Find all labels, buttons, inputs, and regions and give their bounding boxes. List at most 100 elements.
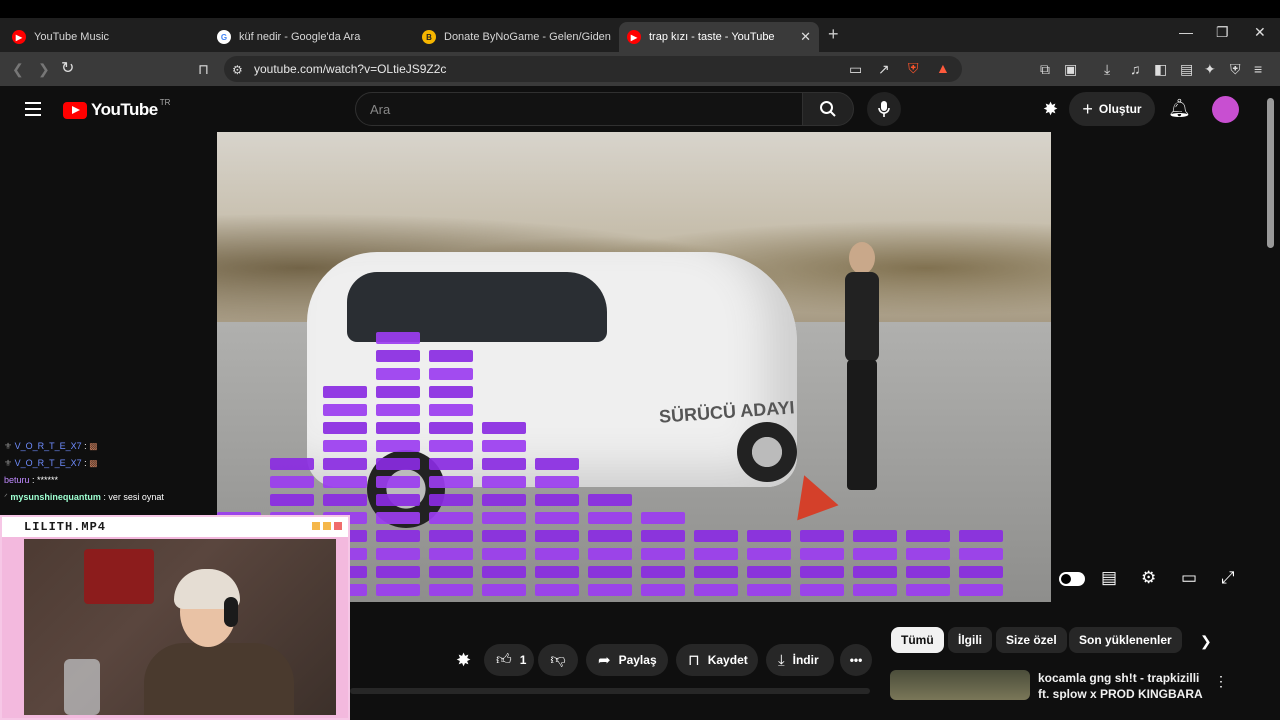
equalizer-segment [535, 512, 579, 524]
bynogame-icon: B [422, 30, 436, 44]
address-bar[interactable]: ⚙ youtube.com/watch?v=OLtieJS9Z2c ▭ ↗ ⛨ … [224, 56, 962, 82]
tab-title: Donate ByNoGame - Gelen/Giden Ba [444, 31, 614, 43]
scrollbar-thumb[interactable] [1267, 98, 1274, 248]
like-button[interactable]: 👍︎ 1 [484, 644, 534, 676]
fullscreen-icon[interactable]: ⤢ [1221, 568, 1235, 588]
equalizer-segment [429, 458, 473, 470]
equalizer-segment [959, 548, 1003, 560]
equalizer-segment [800, 530, 844, 542]
notifications-bell-icon[interactable]: 🔔︎ [1168, 99, 1191, 117]
equalizer-segment [535, 530, 579, 542]
url-text: youtube.com/watch?v=OLtieJS9Z2c [254, 62, 447, 76]
chip-for-you[interactable]: Size özel [996, 627, 1067, 653]
reload-icon[interactable]: ↻ [61, 60, 74, 78]
webcam-window-controls [312, 522, 342, 530]
equalizer-segment [641, 548, 685, 560]
puzzle-extension-icon[interactable]: ✸ [456, 651, 471, 669]
close-tab-icon[interactable]: ✕ [800, 29, 811, 45]
equalizer-segment [429, 548, 473, 560]
equalizer-segment [959, 566, 1003, 578]
guide-menu-icon[interactable] [25, 102, 41, 116]
youtube-music-icon: ▶ [12, 30, 26, 44]
equalizer-segment [376, 584, 420, 596]
search-button[interactable] [802, 92, 854, 126]
cast-icon[interactable]: ▭ [849, 60, 862, 78]
recommendation-thumbnail[interactable] [890, 670, 1030, 700]
minimize-icon[interactable]: — [1179, 24, 1193, 40]
equalizer-bar [588, 494, 632, 596]
sidebar-icon[interactable]: ◧ [1154, 60, 1167, 78]
chevron-right-icon[interactable]: ❯ [1200, 632, 1212, 650]
chat-message: beturu : ****** [4, 475, 59, 485]
wallet-icon[interactable]: ▤ [1180, 60, 1193, 78]
brave-rewards-icon[interactable]: ▲ [936, 59, 950, 77]
kebab-menu-icon[interactable]: ⋮ [1214, 672, 1228, 690]
brave-shield-icon[interactable]: ⛨ [908, 59, 919, 77]
chip-all[interactable]: Tümü [891, 627, 944, 653]
site-settings-icon[interactable]: ⚙ [232, 61, 243, 79]
save-bookmark-icon: ⊓ [688, 652, 700, 669]
tab-donate-bynogame[interactable]: B Donate ByNoGame - Gelen/Giden Ba [414, 22, 614, 52]
equalizer-segment [323, 422, 367, 434]
new-tab-icon[interactable]: + [828, 24, 839, 45]
bookmark-icon[interactable]: ⊓ [198, 60, 209, 78]
microphone-icon [878, 101, 890, 117]
search-input[interactable] [355, 92, 803, 126]
close-window-icon[interactable]: ✕ [1254, 24, 1266, 41]
equalizer-segment [535, 548, 579, 560]
description-preview-bar [350, 688, 870, 694]
minimize-icon [312, 522, 320, 530]
tab-youtube-music[interactable]: ▶ YouTube Music [4, 22, 204, 52]
equalizer-segment [429, 584, 473, 596]
equalizer-segment [376, 476, 420, 488]
equalizer-segment [376, 440, 420, 452]
share-button[interactable]: ➦ Paylaş [586, 644, 668, 676]
equalizer-bar [429, 350, 473, 596]
chat-username: V_O_R_T_E_X7 [14, 441, 82, 451]
voice-search-button[interactable] [867, 92, 901, 126]
downloads-icon[interactable]: ⤓ [1104, 60, 1110, 78]
create-button[interactable]: + Oluştur [1069, 92, 1155, 126]
leo-ai-icon[interactable]: ✦ [1204, 60, 1216, 78]
equalizer-bar [482, 422, 526, 596]
youtube-icon: ▶ [627, 30, 641, 44]
autoplay-toggle[interactable] [1059, 572, 1085, 586]
equalizer-segment [482, 566, 526, 578]
equalizer-segment [270, 458, 314, 470]
theater-mode-icon[interactable]: ▭ [1181, 568, 1197, 588]
emote-icon: ▩ [89, 441, 98, 451]
chip-label: İlgili [958, 633, 982, 647]
avatar[interactable] [1212, 96, 1239, 123]
back-icon[interactable]: ❮ [12, 60, 24, 78]
more-actions-button[interactable]: ••• [840, 644, 872, 676]
download-button[interactable]: ⤓ İndir [766, 644, 834, 676]
menu-icon[interactable]: ≡ [1254, 60, 1262, 78]
equalizer-segment [429, 368, 473, 380]
chat-text: ver sesi oynat [108, 492, 164, 502]
tab-google-search[interactable]: G küf nedir - Google'da Ara [209, 22, 409, 52]
recommendation-title[interactable]: kocamla gng sh!t - trapkizilli ft. splow… [1038, 670, 1208, 700]
dislike-button[interactable]: 👎︎ [538, 644, 578, 676]
puzzle-extension-icon[interactable]: ✸ [1043, 100, 1058, 118]
equalizer-segment [429, 404, 473, 416]
restore-icon[interactable]: ❐ [1216, 24, 1229, 41]
vpn-icon[interactable]: ⛨ [1230, 60, 1241, 78]
equalizer-segment [535, 494, 579, 506]
chip-related[interactable]: İlgili [948, 627, 992, 653]
equalizer-segment [323, 440, 367, 452]
equalizer-segment [376, 332, 420, 344]
extensions-icon[interactable]: ⧉ [1040, 60, 1050, 78]
equalizer-segment [323, 458, 367, 470]
save-button[interactable]: ⊓ Kaydet [676, 644, 758, 676]
tab-search-icon[interactable]: ▣ [1064, 60, 1077, 78]
chip-label: Size özel [1006, 633, 1057, 647]
forward-icon[interactable]: ❯ [38, 60, 50, 78]
youtube-logo[interactable]: YouTube TR [63, 98, 170, 120]
tab-trap-kizi[interactable]: ▶ trap kızı - taste - YouTube ✕ [619, 22, 819, 52]
equalizer-segment [853, 530, 897, 542]
media-icon[interactable]: ♫ [1130, 60, 1141, 78]
settings-gear-icon[interactable]: ⚙ [1141, 568, 1156, 588]
subtitles-icon[interactable]: ▤ [1101, 568, 1117, 588]
chip-recently-uploaded[interactable]: Son yüklenenler [1069, 627, 1182, 653]
share-page-icon[interactable]: ↗ [878, 60, 890, 78]
